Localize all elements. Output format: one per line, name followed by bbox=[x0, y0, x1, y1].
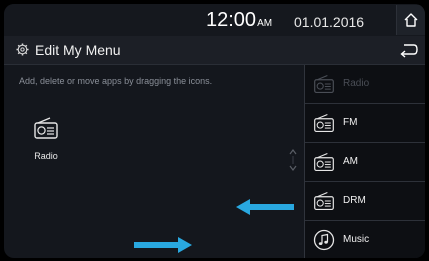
head-unit-screen: 12:00AM 01.01.2016 Edit My Menu Add, del… bbox=[4, 4, 425, 258]
arrow-left-icon bbox=[236, 199, 294, 215]
page-title: Edit My Menu bbox=[35, 42, 121, 58]
clock: 12:00AM bbox=[206, 9, 272, 32]
menu-item-label: Music bbox=[343, 234, 370, 245]
menu-item-drm[interactable]: DRM bbox=[305, 182, 425, 221]
my-menu-list: Radio FM AM DRM Music bbox=[304, 65, 425, 258]
instruction-text: Add, delete or move apps by dragging the… bbox=[19, 76, 213, 86]
app-tile-radio[interactable]: Radio bbox=[26, 117, 66, 161]
back-arrow-icon bbox=[400, 44, 418, 58]
app-tile-label: Radio bbox=[34, 151, 58, 161]
menu-item-label: AM bbox=[343, 156, 358, 167]
date-display: 01.01.2016 bbox=[294, 14, 365, 30]
clock-time: 12:00 bbox=[206, 9, 257, 31]
drag-indicator-icon bbox=[289, 149, 297, 171]
clock-ampm: AM bbox=[257, 18, 273, 29]
music-note-icon bbox=[313, 229, 335, 251]
menu-item-label: FM bbox=[343, 117, 358, 128]
menu-item-am[interactable]: AM bbox=[305, 143, 425, 182]
title-bar: Edit My Menu bbox=[4, 36, 425, 65]
radio-icon bbox=[314, 153, 334, 172]
radio-icon bbox=[314, 114, 334, 133]
menu-item-label: DRM bbox=[343, 195, 366, 206]
menu-item-music[interactable]: Music bbox=[305, 221, 425, 258]
radio-icon bbox=[34, 117, 58, 139]
radio-icon bbox=[314, 75, 334, 94]
menu-item-radio[interactable]: Radio bbox=[305, 65, 425, 104]
app-canvas: Add, delete or move apps by dragging the… bbox=[4, 65, 304, 258]
radio-icon bbox=[314, 192, 334, 211]
status-bar: 12:00AM 01.01.2016 bbox=[4, 4, 425, 36]
back-button[interactable] bbox=[396, 40, 420, 60]
arrow-right-icon bbox=[134, 237, 192, 253]
home-icon bbox=[404, 13, 418, 27]
menu-item-fm[interactable]: FM bbox=[305, 104, 425, 143]
home-button[interactable] bbox=[396, 5, 425, 35]
gear-icon bbox=[16, 43, 29, 56]
menu-item-label: Radio bbox=[343, 78, 370, 89]
